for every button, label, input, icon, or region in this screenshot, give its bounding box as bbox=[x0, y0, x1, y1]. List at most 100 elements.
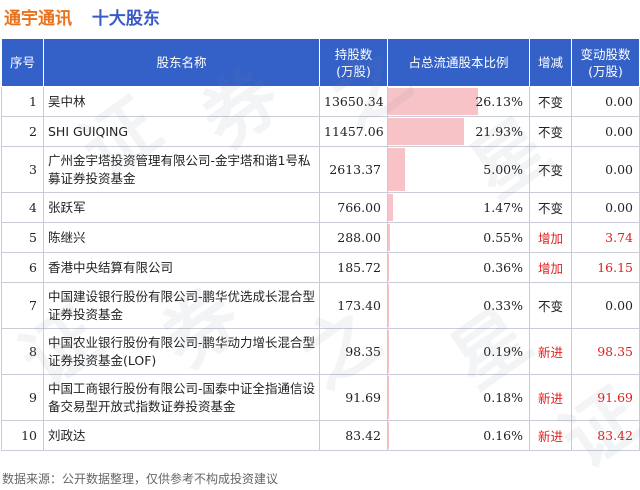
row-index: 6 bbox=[1, 252, 44, 283]
change-status: 新进 bbox=[529, 328, 572, 375]
change-status: 不变 bbox=[529, 282, 572, 329]
table-row: 6 香港中央结算有限公司 185.72 0.36% 增加 16.15 bbox=[1, 252, 640, 283]
share-change: 98.35 bbox=[571, 328, 640, 375]
shares-held: 288.00 bbox=[319, 222, 388, 253]
ratio-bar bbox=[388, 284, 390, 327]
shareholders-table: 序号 股东名称 持股数 (万股) 占总流通股本比例 增减 变动股数 (万股) 1 吴中… bbox=[1, 38, 640, 451]
ratio-bar bbox=[388, 254, 390, 281]
share-change: 0.00 bbox=[571, 86, 640, 117]
shareholder-name: 刘政达 bbox=[43, 420, 320, 451]
ratio-value: 21.93% bbox=[475, 124, 523, 139]
row-index: 4 bbox=[1, 192, 44, 223]
share-change: 3.74 bbox=[571, 222, 640, 253]
column-header-shares: 持股数 (万股) bbox=[319, 38, 388, 87]
row-index: 2 bbox=[1, 116, 44, 147]
ratio-bar bbox=[388, 118, 464, 145]
shares-held: 11457.06 bbox=[319, 116, 388, 147]
row-index: 5 bbox=[1, 222, 44, 253]
ratio-bar bbox=[388, 148, 406, 191]
shares-held: 83.42 bbox=[319, 420, 388, 451]
shares-held: 13650.34 bbox=[319, 86, 388, 117]
table-row: 2 SHI GUIQING 11457.06 21.93% 不变 0.00 bbox=[1, 116, 640, 147]
stock-name: 通宇通讯 bbox=[4, 9, 72, 29]
ratio-value: 0.55% bbox=[483, 230, 523, 245]
column-header-index: 序号 bbox=[1, 38, 44, 87]
shares-held: 173.40 bbox=[319, 282, 388, 329]
row-index: 9 bbox=[1, 374, 44, 421]
ratio-bar bbox=[388, 224, 390, 251]
title-bar: 通宇通讯 十大股东 bbox=[0, 0, 640, 34]
table-row: 10 刘政达 83.42 0.16% 新进 83.42 bbox=[1, 420, 640, 451]
report-name: 十大股东 bbox=[91, 9, 160, 29]
float-share-ratio: 0.36% bbox=[387, 252, 530, 283]
share-change: 16.15 bbox=[571, 252, 640, 283]
row-index: 7 bbox=[1, 282, 44, 329]
float-share-ratio: 0.18% bbox=[387, 374, 530, 421]
table-row: 9 中国工商银行股份有限公司-国泰中证全指通信设备交易型开放式指数证券投资基金 91… bbox=[1, 374, 640, 421]
ratio-value: 0.16% bbox=[483, 428, 523, 443]
ratio-bar bbox=[388, 376, 389, 419]
table-row: 5 陈继兴 288.00 0.55% 增加 3.74 bbox=[1, 222, 640, 253]
column-header-delta: 变动股数 (万股) bbox=[571, 38, 640, 87]
shareholder-name: SHI GUIQING bbox=[43, 116, 320, 147]
change-status: 增加 bbox=[529, 222, 572, 253]
shareholder-name: 张跃军 bbox=[43, 192, 320, 223]
table-row: 4 张跃军 766.00 1.47% 不变 0.00 bbox=[1, 192, 640, 223]
share-change: 0.00 bbox=[571, 282, 640, 329]
change-status: 不变 bbox=[529, 192, 572, 223]
table-row: 1 吴中林 13650.34 26.13% 不变 0.00 bbox=[1, 86, 640, 117]
share-change: 83.42 bbox=[571, 420, 640, 451]
float-share-ratio: 0.55% bbox=[387, 222, 530, 253]
shareholder-name: 中国农业银行股份有限公司-鹏华动力增长混合型证券投资基金(LOF) bbox=[43, 328, 320, 375]
change-status: 不变 bbox=[529, 86, 572, 117]
column-header-ratio: 占总流通股本比例 bbox=[387, 38, 530, 87]
shareholder-name: 吴中林 bbox=[43, 86, 320, 117]
float-share-ratio: 1.47% bbox=[387, 192, 530, 223]
table-row: 7 中国建设银行股份有限公司-鹏华优选成长混合型证券投资基金 173.40 0.33%… bbox=[1, 282, 640, 329]
data-source-note: 数据来源：公开数据整理，仅供参考不构成投资建议 bbox=[2, 472, 279, 486]
change-status: 不变 bbox=[529, 116, 572, 147]
change-status: 新进 bbox=[529, 374, 572, 421]
row-index: 1 bbox=[1, 86, 44, 117]
change-status: 不变 bbox=[529, 146, 572, 193]
ratio-value: 0.18% bbox=[483, 390, 523, 405]
shareholder-name: 陈继兴 bbox=[43, 222, 320, 253]
shareholder-name: 广州金宇塔投资管理有限公司-金宇塔和谐1号私募证券投资基金 bbox=[43, 146, 320, 193]
float-share-ratio: 0.33% bbox=[387, 282, 530, 329]
table-header-row: 序号 股东名称 持股数 (万股) 占总流通股本比例 增减 变动股数 (万股) bbox=[1, 38, 640, 87]
share-change: 91.69 bbox=[571, 374, 640, 421]
ratio-value: 0.33% bbox=[483, 298, 523, 313]
column-header-name: 股东名称 bbox=[43, 38, 320, 87]
change-status: 新进 bbox=[529, 420, 572, 451]
column-header-change: 增减 bbox=[529, 38, 572, 87]
float-share-ratio: 26.13% bbox=[387, 86, 530, 117]
ratio-bar bbox=[388, 422, 389, 449]
float-share-ratio: 0.19% bbox=[387, 328, 530, 375]
shares-held: 98.35 bbox=[319, 328, 388, 375]
float-share-ratio: 5.00% bbox=[387, 146, 530, 193]
shareholder-name: 中国工商银行股份有限公司-国泰中证全指通信设备交易型开放式指数证券投资基金 bbox=[43, 374, 320, 421]
ratio-bar bbox=[388, 194, 394, 221]
table-row: 8 中国农业银行股份有限公司-鹏华动力增长混合型证券投资基金(LOF) 98.35 0… bbox=[1, 328, 640, 375]
table-row: 3 广州金宇塔投资管理有限公司-金宇塔和谐1号私募证券投资基金 2613.37 5.0… bbox=[1, 146, 640, 193]
share-change: 0.00 bbox=[571, 146, 640, 193]
page-title: 通宇通讯 十大股东 bbox=[4, 4, 160, 29]
ratio-value: 0.19% bbox=[483, 344, 523, 359]
share-change: 0.00 bbox=[571, 192, 640, 223]
ratio-value: 5.00% bbox=[483, 162, 523, 177]
ratio-bar bbox=[388, 88, 479, 115]
ratio-bar bbox=[388, 330, 389, 373]
row-index: 10 bbox=[1, 420, 44, 451]
shares-held: 2613.37 bbox=[319, 146, 388, 193]
float-share-ratio: 0.16% bbox=[387, 420, 530, 451]
shares-held: 185.72 bbox=[319, 252, 388, 283]
shareholder-name: 香港中央结算有限公司 bbox=[43, 252, 320, 283]
ratio-value: 0.36% bbox=[483, 260, 523, 275]
row-index: 3 bbox=[1, 146, 44, 193]
change-status: 增加 bbox=[529, 252, 572, 283]
share-change: 0.00 bbox=[571, 116, 640, 147]
shareholder-name: 中国建设银行股份有限公司-鹏华优选成长混合型证券投资基金 bbox=[43, 282, 320, 329]
shares-held: 91.69 bbox=[319, 374, 388, 421]
row-index: 8 bbox=[1, 328, 44, 375]
float-share-ratio: 21.93% bbox=[387, 116, 530, 147]
